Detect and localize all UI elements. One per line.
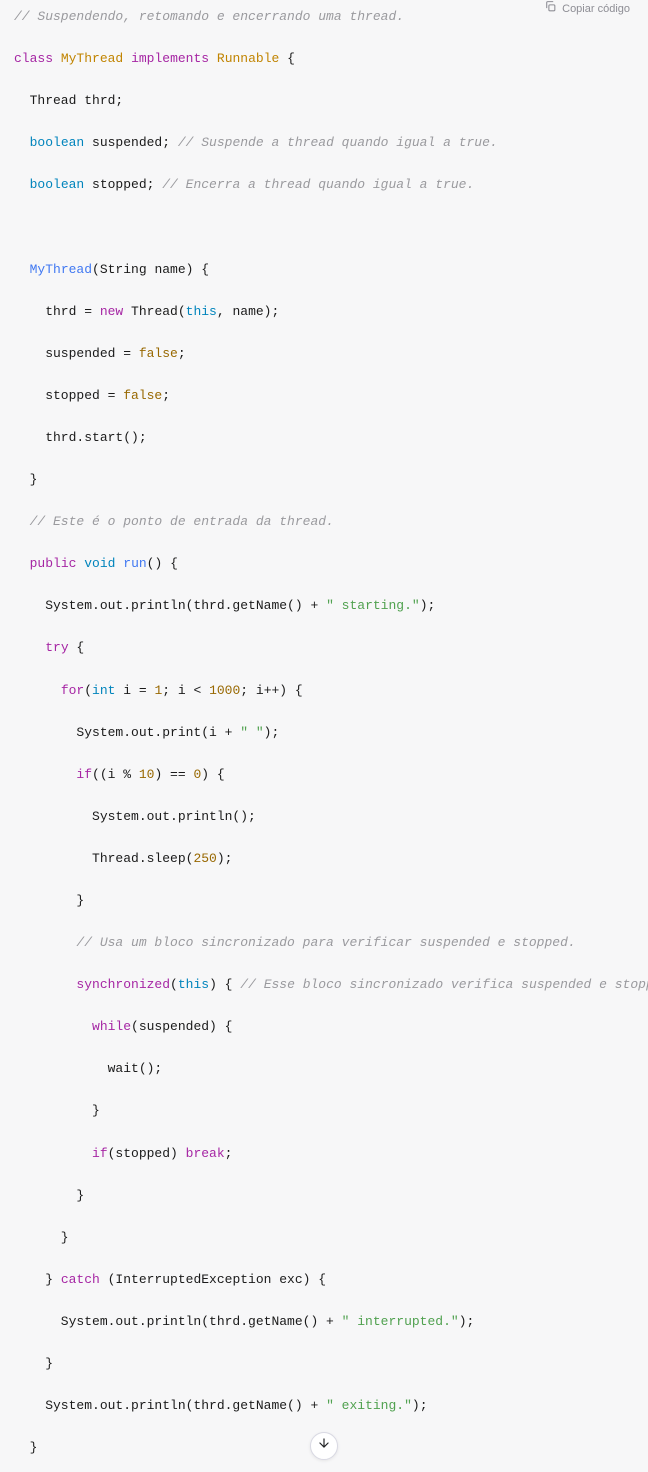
copy-code-button[interactable]: Copiar código [540,0,634,20]
copy-icon [544,0,557,20]
code-comment: // Suspendendo, retomando e encerrando u… [14,9,404,24]
scroll-down-button[interactable] [310,1432,338,1460]
arrow-down-icon [317,1436,331,1457]
code-block: Copiar código // Suspendendo, retomando … [14,6,634,1458]
code-content: // Suspendendo, retomando e encerrando u… [14,6,634,1458]
copy-code-label: Copiar código [562,1,630,19]
